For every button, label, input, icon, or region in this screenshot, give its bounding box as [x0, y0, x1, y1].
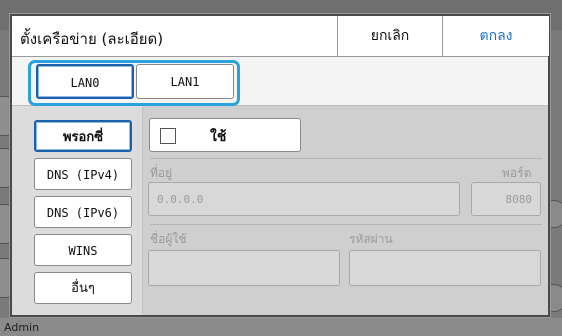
address-value: 0.0.0.0 — [157, 193, 204, 206]
use-proxy-toggle[interactable]: ใช้ — [149, 118, 301, 152]
address-label: ที่อยู่ — [150, 166, 173, 180]
dialog-title: ตั้งเครือข่าย (ละเอียด) — [20, 30, 164, 48]
use-proxy-checkbox[interactable] — [160, 128, 176, 144]
sidebar-item-dns-ipv4[interactable]: DNS (IPv4) — [34, 158, 132, 190]
sidebar-item-proxy[interactable]: พรอกซี่ — [34, 120, 132, 152]
password-label: รหัสผ่าน — [349, 232, 393, 246]
tab-lan0[interactable]: LAN0 — [36, 64, 134, 99]
port-field[interactable]: 8080 — [471, 182, 541, 216]
dialog-titlebar: ตั้งเครือข่าย (ละเอียด) ยกเลิก ตกลง — [12, 16, 549, 57]
sidebar-item-dns-ipv6[interactable]: DNS (IPv6) — [34, 196, 132, 228]
username-label: ชื่อผู้ใช้ — [150, 232, 187, 246]
divider — [150, 158, 542, 159]
password-field[interactable] — [349, 250, 541, 286]
username-field[interactable] — [148, 250, 340, 286]
port-value: 8080 — [505, 193, 533, 206]
divider — [150, 224, 542, 225]
ok-button[interactable]: ตกลง — [442, 16, 549, 56]
sidebar-item-wins[interactable]: WINS — [34, 234, 132, 266]
port-label: พอร์ต — [502, 166, 532, 180]
use-proxy-label: ใช้ — [210, 129, 227, 145]
cancel-button[interactable]: ยกเลิก — [337, 16, 442, 56]
background-user-label: Admin — [4, 321, 40, 334]
sidebar-item-others[interactable]: อื่นๆ — [34, 272, 132, 304]
address-field[interactable]: 0.0.0.0 — [148, 182, 460, 216]
background-status-bar — [0, 318, 562, 336]
tab-lan1[interactable]: LAN1 — [136, 64, 234, 99]
network-settings-dialog: ตั้งเครือข่าย (ละเอียด) ยกเลิก ตกลง LAN0… — [10, 14, 550, 317]
